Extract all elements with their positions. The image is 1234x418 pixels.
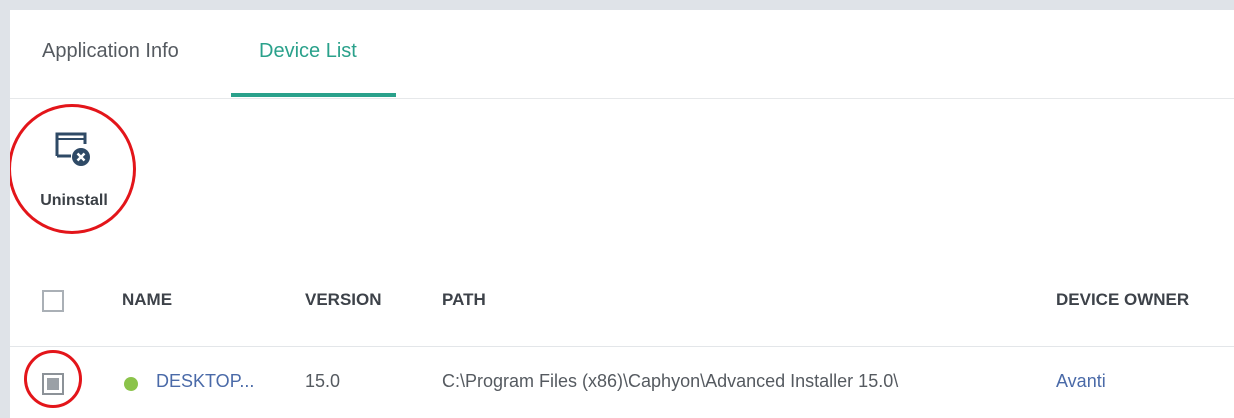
column-header-name[interactable]: NAME	[122, 290, 172, 310]
row-select-checkbox[interactable]	[42, 373, 64, 395]
online-status-icon	[124, 377, 138, 391]
device-owner-link[interactable]: Avanti	[1056, 371, 1106, 392]
tab-device-list[interactable]: Device List	[259, 40, 357, 63]
column-header-version[interactable]: VERSION	[305, 290, 382, 310]
device-name-link[interactable]: DESKTOP...	[156, 371, 254, 392]
tab-bar: Application Info Device List	[10, 10, 1234, 99]
path-cell: C:\Program Files (x86)\Caphyon\Advanced …	[442, 371, 899, 391]
table-row[interactable]: DESKTOP... 15.0 C:\Program Files (x86)\C…	[10, 346, 1234, 415]
version-cell: 15.0	[305, 371, 341, 391]
device-list-panel: Application Info Device List Uninstall N…	[10, 10, 1234, 418]
uninstall-button[interactable]: Uninstall	[26, 126, 122, 218]
tab-application-info[interactable]: Application Info	[42, 40, 179, 63]
column-header-device-owner[interactable]: DEVICE OWNER	[1056, 290, 1189, 310]
active-tab-indicator	[231, 93, 396, 97]
select-all-checkbox[interactable]	[42, 290, 64, 312]
window-remove-icon	[55, 132, 90, 166]
uninstall-label: Uninstall	[40, 192, 108, 209]
table-header: NAME VERSION PATH DEVICE OWNER	[10, 280, 1234, 340]
column-header-path[interactable]: PATH	[442, 290, 486, 310]
